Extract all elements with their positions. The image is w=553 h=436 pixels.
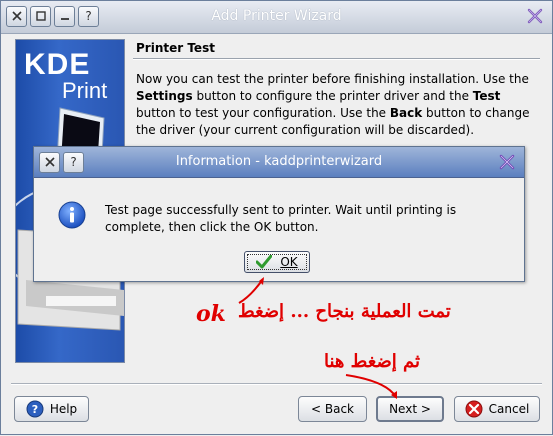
annotation-ok-hint: تمت العملية بنجاح ... إضغط [238, 301, 451, 322]
annotation-arrows [238, 277, 397, 399]
annotation-ok-word: ok [196, 301, 226, 327]
add-printer-wizard-window: ? Add Printer Wizard KDE Print Printer T… [0, 0, 553, 435]
annotation-next-hint: ثم إضغط هنا [324, 351, 420, 372]
